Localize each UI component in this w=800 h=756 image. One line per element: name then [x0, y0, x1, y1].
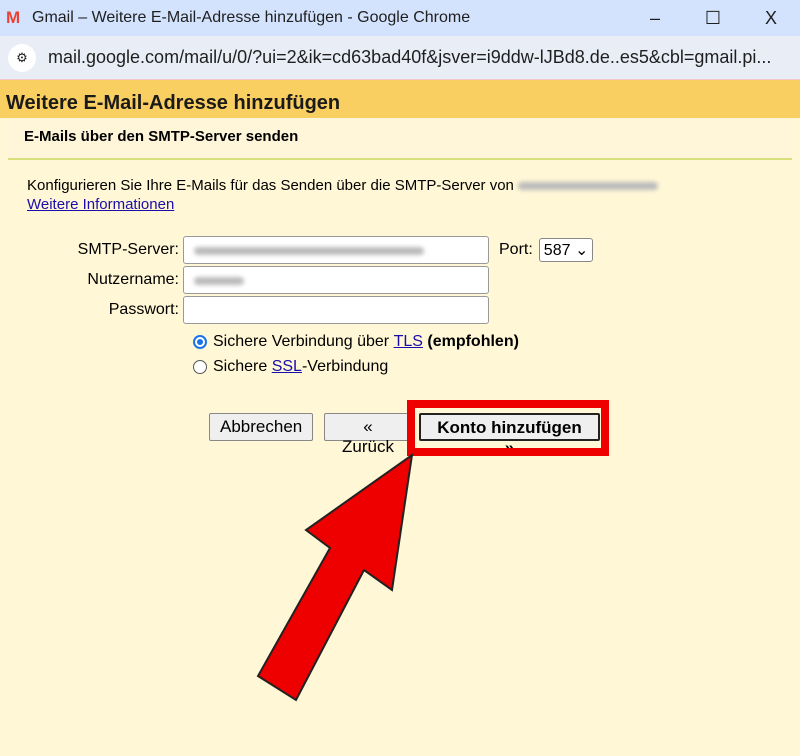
- arrow-annotation: [256, 452, 414, 702]
- red-arrow-icon: [256, 452, 414, 702]
